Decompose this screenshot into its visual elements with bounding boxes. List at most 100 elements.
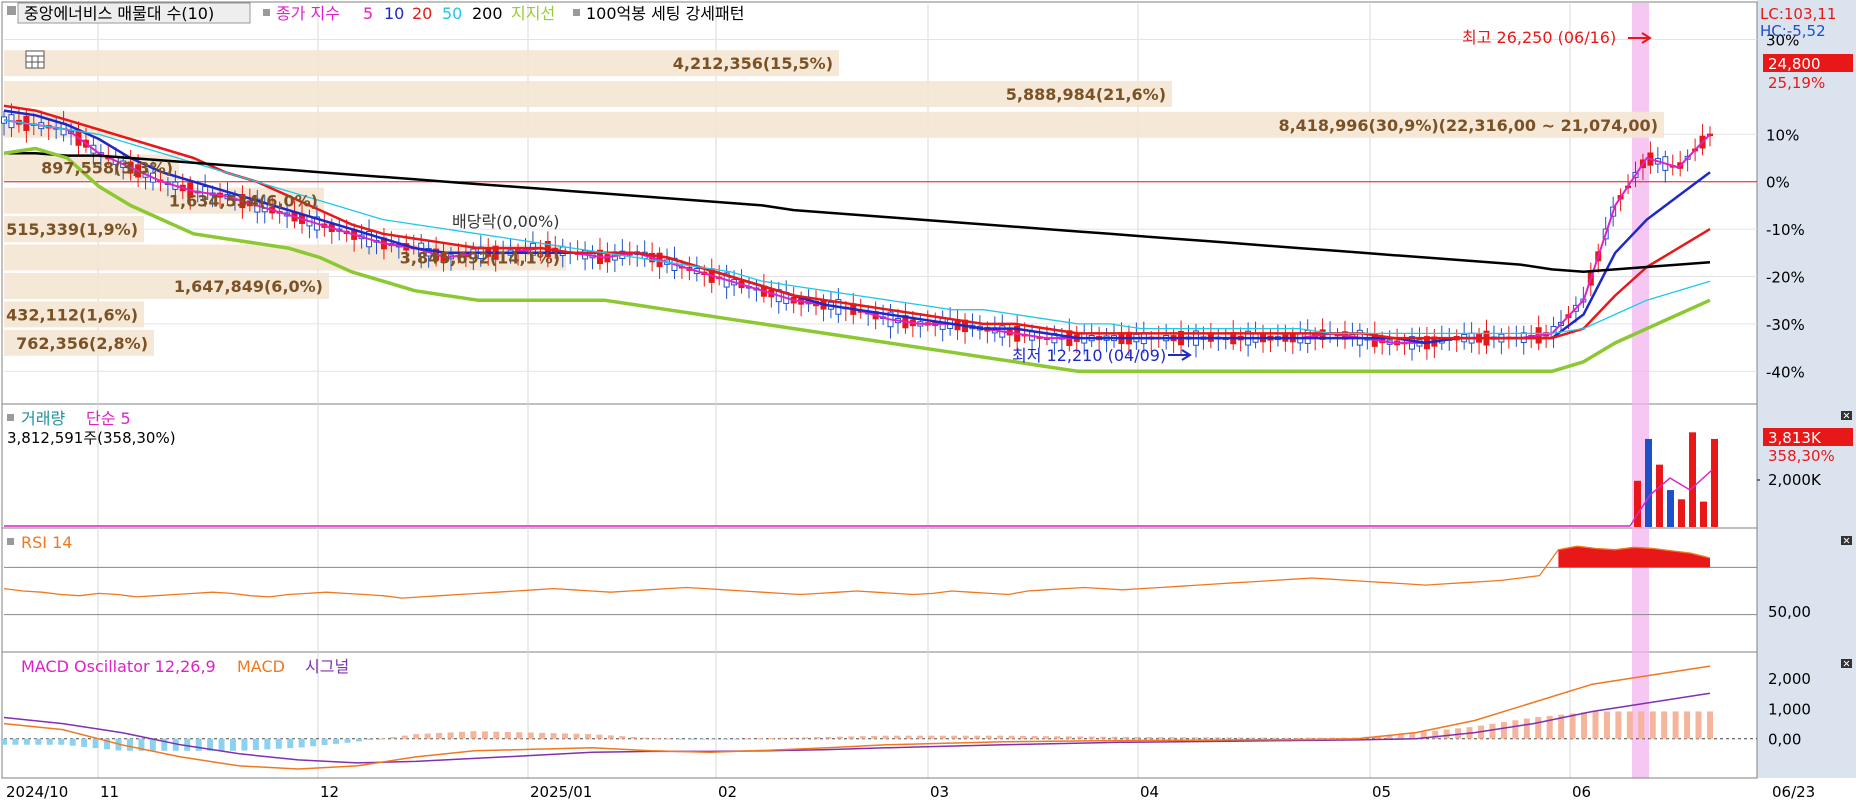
macd-oscillator-bar — [1168, 737, 1175, 739]
macd-oscillator-bar — [997, 735, 1004, 739]
ma-line-50 — [3, 119, 1711, 335]
volume-title[interactable]: 거래량 — [21, 409, 65, 428]
macd-oscillator-bar — [951, 735, 958, 739]
macd-oscillator-bar — [939, 735, 946, 739]
pattern-label[interactable]: 100억봉 세팅 강세패턴 — [586, 4, 744, 23]
volume-current: 3,812,591주(358,30%) — [7, 429, 176, 447]
signal-line — [3, 692, 1711, 764]
volume-profile-label: 897,558(3,3%) — [41, 158, 173, 177]
moving-average-lines — [3, 104, 1711, 374]
low-annotation: 최저 12,210 (04/09) — [1012, 346, 1166, 365]
rsi-title[interactable]: RSI 14 — [21, 533, 72, 552]
macd-oscillator-bar — [1203, 737, 1210, 739]
ma-period-5[interactable]: 5 — [363, 4, 373, 23]
macd-oscillator-bar — [1042, 736, 1049, 739]
volume-profile-label: 432,112(1,6%) — [6, 305, 138, 324]
macd-oscillator-bar — [1684, 711, 1691, 739]
macd-oscillator-bar — [23, 738, 30, 745]
macd-oscillator-bar — [573, 733, 580, 739]
macd-oscillator-bar — [584, 734, 591, 739]
macd-oscillator-bar — [687, 738, 694, 740]
volume-bar — [1711, 438, 1718, 527]
volume-profile-label: 1,634,534(6,0%) — [169, 192, 318, 211]
macd-oscillator-bar — [1008, 735, 1015, 739]
macd-oscillator-bar — [1065, 736, 1072, 739]
macd-oscillator-bar — [1283, 737, 1290, 739]
rsi-y-tick: 50,00 — [1768, 603, 1811, 621]
macd-oscillator-bar — [550, 733, 557, 739]
stock-name[interactable]: 중앙에너비스 매물대 수(10) — [24, 4, 214, 23]
macd-oscillator-bar — [1054, 736, 1061, 739]
close-icon[interactable] — [1841, 411, 1852, 420]
macd-oscillator-bar — [516, 732, 523, 739]
volume-ma-label[interactable]: 단순 5 — [86, 409, 131, 428]
volume-bar — [1656, 464, 1663, 527]
macd-oscillator-bar — [733, 738, 740, 740]
close-icon[interactable] — [1841, 536, 1852, 545]
macd-oscillator-bar — [1626, 711, 1633, 739]
macd-oscillator-bar — [1443, 729, 1450, 739]
macd-oscillator-bar — [745, 738, 752, 740]
ma-period-200[interactable]: 200 — [472, 4, 503, 23]
macd-oscillator-bar — [378, 738, 385, 740]
macd-oscillator-bar — [264, 738, 271, 750]
x-tick-label: 06 — [1572, 783, 1591, 801]
macd-oscillator-bar — [1226, 737, 1233, 739]
macd-oscillator-bar — [848, 736, 855, 739]
macd-oscillator-bar — [985, 735, 992, 739]
x-tick-label: 2025/01 — [530, 783, 592, 801]
ma-period-50[interactable]: 50 — [442, 4, 462, 23]
macd-oscillator-bar — [126, 738, 133, 751]
close-icon[interactable] — [1841, 659, 1852, 668]
macd-oscillator-bar — [149, 738, 156, 751]
macd-oscillator-bar — [768, 738, 775, 740]
x-tick-label: 12 — [320, 783, 339, 801]
macd-oscillator-bar — [962, 735, 969, 739]
support-label[interactable]: 지지선 — [511, 4, 555, 23]
legend-square-icon — [7, 414, 14, 421]
volume-bar — [1667, 490, 1674, 527]
macd-oscillator-bar — [1661, 711, 1668, 739]
macd-oscillator-bar — [1592, 711, 1599, 739]
ma-label[interactable]: 종가 지수 — [276, 4, 340, 23]
x-tick-label: 2024/10 — [6, 783, 68, 801]
macd-oscillator-bar — [424, 733, 431, 739]
macd-oscillator-bar — [1191, 737, 1198, 739]
ma-period-20[interactable]: 20 — [412, 4, 432, 23]
macd-oscillator-bar — [35, 738, 42, 745]
macd-oscillator-bar — [195, 738, 202, 751]
macd-oscillator-bar — [1672, 711, 1679, 739]
legend-square-icon — [573, 9, 580, 16]
volume-bars — [4, 432, 1760, 527]
chart-canvas[interactable]: 4,212,356(15,5%) 5,888,984(21,6%) 8,418,99… — [0, 0, 1856, 808]
macd-oscillator-bar — [46, 738, 53, 745]
legend-square-icon — [7, 6, 16, 15]
x-tick-label: 06/23 — [1772, 783, 1815, 801]
macd-oscillator-bar — [81, 738, 88, 747]
macd-oscillator-bar — [1523, 718, 1530, 739]
ma-period-10[interactable]: 10 — [384, 4, 404, 23]
macd-oscillator-bar — [333, 738, 340, 744]
rsi-pane-border — [1, 527, 1758, 653]
lc-value: LC:103,11 — [1760, 5, 1836, 23]
macd-oscillator-bar — [642, 737, 649, 739]
macd-oscillator-bar — [676, 738, 683, 740]
macd-oscillator-bar — [562, 733, 569, 739]
macd-oscillator-bar — [92, 738, 99, 749]
macd-plot: 2,000 1,000 0,00 — [1, 665, 1811, 770]
macd-osc-title[interactable]: MACD Oscillator 12,26,9 — [21, 657, 216, 676]
volume-bar — [1689, 432, 1696, 527]
macd-oscillator-bar — [1157, 737, 1164, 739]
macd-oscillator-bar — [310, 738, 317, 747]
volume-bar — [1678, 499, 1685, 527]
macd-oscillator-bar — [504, 731, 511, 739]
macd-label[interactable]: MACD — [237, 657, 285, 676]
macd-oscillator-bar — [1077, 736, 1084, 739]
macd-oscillator-bar — [1500, 722, 1507, 739]
signal-label[interactable]: 시그널 — [305, 657, 349, 676]
macd-oscillator-bar — [1649, 711, 1656, 739]
macd-oscillator-bar — [241, 738, 248, 751]
macd-oscillator-bar — [1237, 737, 1244, 739]
macd-oscillator-bar — [871, 735, 878, 739]
calculator-icon[interactable] — [25, 50, 45, 69]
